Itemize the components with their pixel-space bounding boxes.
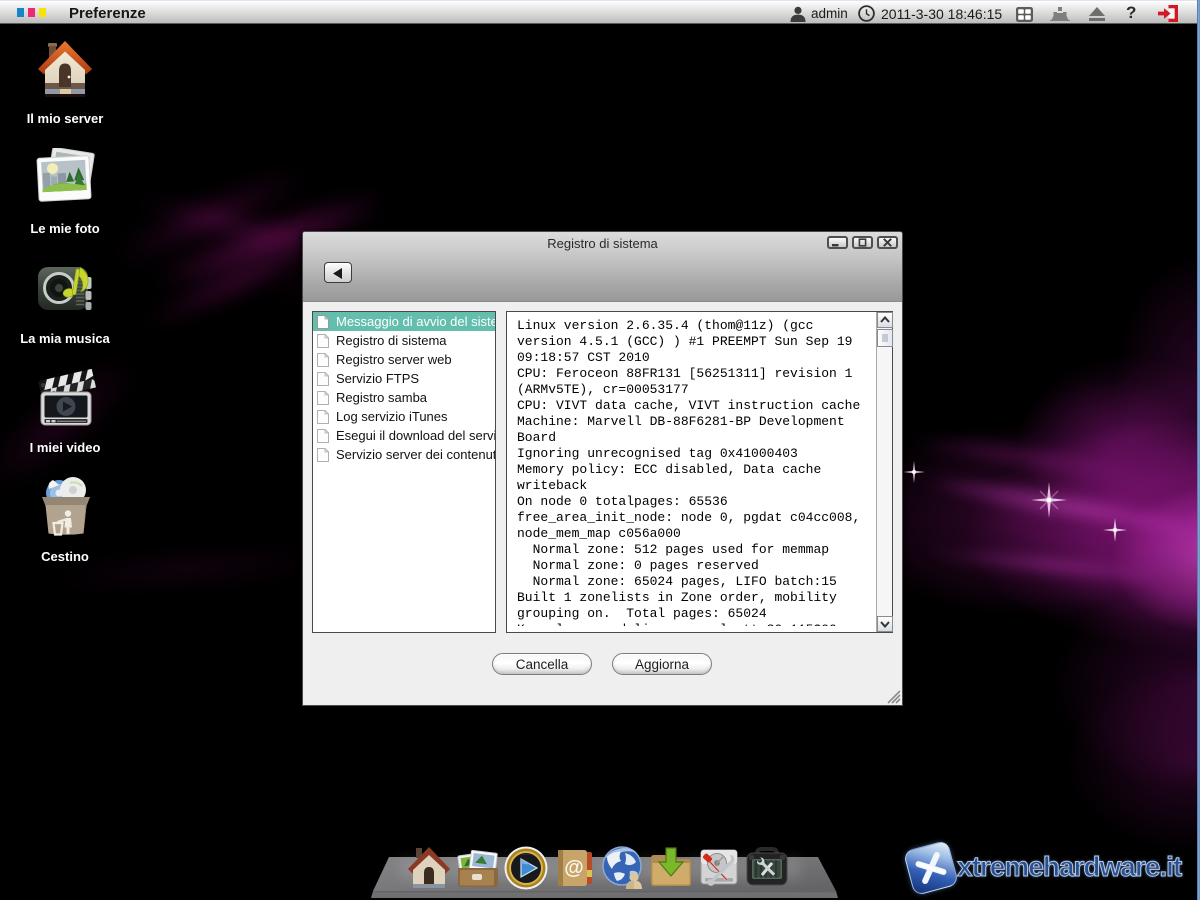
svg-text:@: @ bbox=[564, 857, 584, 879]
